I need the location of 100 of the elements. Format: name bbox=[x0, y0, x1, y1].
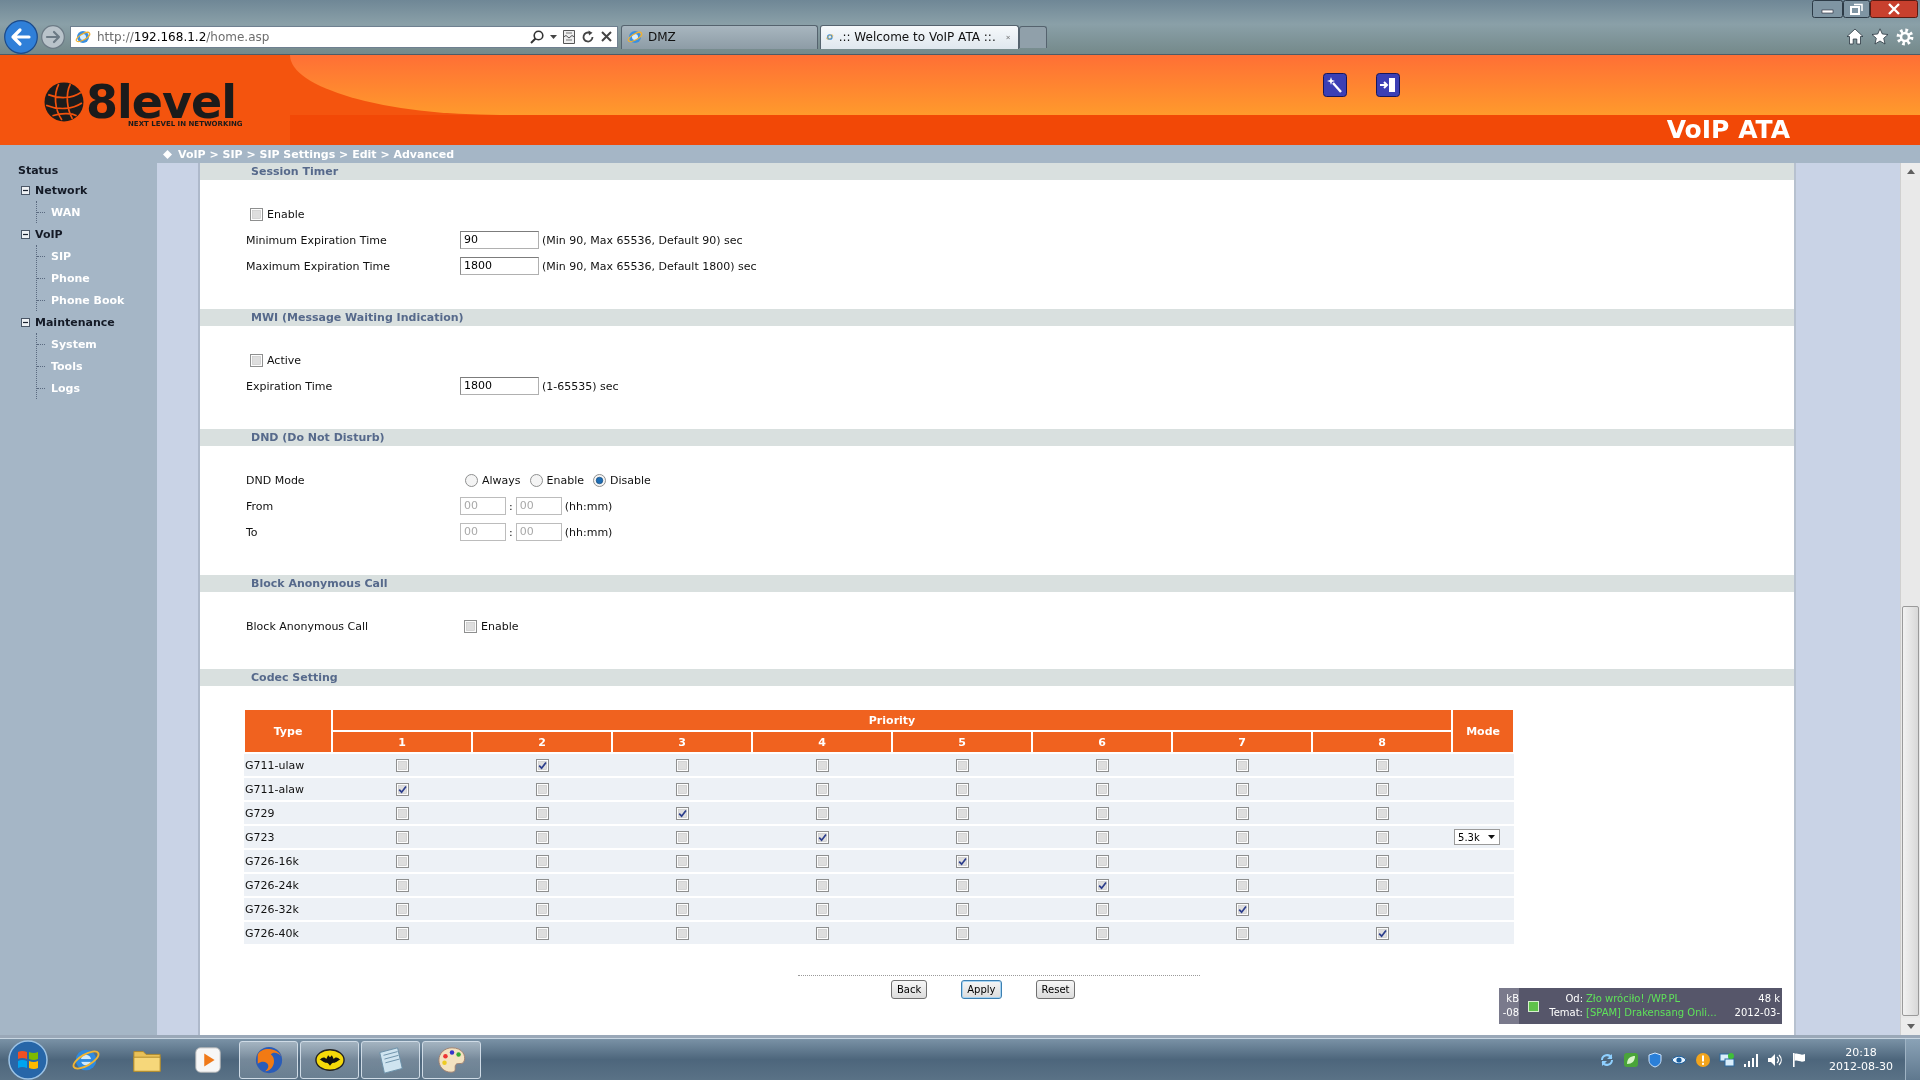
form-button[interactable]: Apply bbox=[961, 980, 1002, 999]
address-field[interactable]: http://192.168.1.2/home.asp bbox=[70, 25, 618, 48]
checkbox[interactable] bbox=[955, 806, 969, 820]
sidebar-item[interactable]: Network bbox=[35, 183, 88, 197]
browser-tab[interactable]: .:: Welcome to VoIP ATA ::. bbox=[820, 24, 1019, 49]
checkbox[interactable] bbox=[1235, 830, 1249, 844]
search-icon[interactable] bbox=[530, 29, 544, 44]
checkbox[interactable] bbox=[395, 758, 409, 772]
browser-tab[interactable]: DMZ bbox=[621, 24, 818, 49]
checkbox[interactable] bbox=[395, 926, 409, 940]
radio-label[interactable]: Always bbox=[482, 473, 521, 487]
sync-icon[interactable] bbox=[1599, 1051, 1616, 1068]
arrow-left-icon[interactable] bbox=[4, 19, 38, 54]
checkbox[interactable] bbox=[395, 902, 409, 916]
checkbox[interactable] bbox=[1375, 806, 1389, 820]
minus-box-icon[interactable] bbox=[21, 317, 30, 327]
checkbox[interactable] bbox=[955, 830, 969, 844]
checkbox[interactable] bbox=[675, 878, 689, 892]
close-icon[interactable] bbox=[601, 31, 612, 42]
checkbox[interactable] bbox=[1095, 758, 1109, 772]
signal-bars-icon[interactable] bbox=[1743, 1051, 1760, 1068]
checkbox[interactable] bbox=[815, 878, 829, 892]
checkbox[interactable] bbox=[1235, 926, 1249, 940]
sidebar-heading[interactable]: Status bbox=[18, 163, 157, 179]
checkbox[interactable] bbox=[1095, 926, 1109, 940]
input-field[interactable]: 1800 bbox=[460, 257, 539, 275]
refresh-icon[interactable] bbox=[581, 29, 595, 44]
checkbox[interactable] bbox=[675, 830, 689, 844]
checkbox[interactable] bbox=[1235, 806, 1249, 820]
checkbox[interactable] bbox=[250, 207, 263, 221]
checkbox[interactable] bbox=[1095, 854, 1109, 868]
radio-button[interactable] bbox=[465, 473, 478, 487]
minus-box-icon[interactable] bbox=[21, 229, 30, 239]
arrow-right-icon[interactable] bbox=[41, 24, 65, 49]
checkbox[interactable] bbox=[395, 806, 409, 820]
checkbox[interactable] bbox=[815, 926, 829, 940]
checkbox[interactable] bbox=[955, 878, 969, 892]
checkbox[interactable] bbox=[955, 926, 969, 940]
settings-icon[interactable] bbox=[1896, 27, 1914, 46]
network-icon[interactable] bbox=[1719, 1051, 1736, 1068]
checkbox[interactable] bbox=[1095, 782, 1109, 796]
restore-icon[interactable] bbox=[1843, 0, 1870, 18]
checkbox[interactable] bbox=[675, 782, 689, 796]
checkbox[interactable] bbox=[815, 758, 829, 772]
checkbox[interactable] bbox=[1235, 854, 1249, 868]
checkbox[interactable] bbox=[1095, 806, 1109, 820]
checkbox[interactable] bbox=[815, 854, 829, 868]
checkbox[interactable] bbox=[815, 806, 829, 820]
scrollbar[interactable] bbox=[1900, 163, 1920, 1035]
input-field[interactable]: 90 bbox=[460, 231, 539, 249]
checkbox[interactable] bbox=[535, 758, 549, 772]
checkbox[interactable] bbox=[1375, 782, 1389, 796]
checkbox[interactable] bbox=[1235, 878, 1249, 892]
start-orb-icon[interactable] bbox=[8, 1039, 48, 1080]
close-icon[interactable] bbox=[1870, 0, 1918, 18]
clock-time[interactable]: 20:18 bbox=[1845, 1045, 1877, 1060]
checkbox[interactable] bbox=[1375, 878, 1389, 892]
mode-select[interactable]: 5.3k bbox=[1454, 829, 1501, 845]
checkbox[interactable] bbox=[955, 758, 969, 772]
checkbox-label[interactable]: Enable bbox=[267, 207, 305, 221]
checkbox[interactable] bbox=[815, 782, 829, 796]
radio-label[interactable]: Disable bbox=[610, 473, 651, 487]
checkbox[interactable] bbox=[1235, 902, 1249, 916]
form-button[interactable]: Back bbox=[891, 980, 928, 999]
checkbox[interactable] bbox=[1375, 902, 1389, 916]
input-field[interactable]: 1800 bbox=[460, 377, 539, 395]
checkbox[interactable] bbox=[1095, 902, 1109, 916]
checkbox-label[interactable]: Enable bbox=[481, 619, 519, 633]
home-icon[interactable] bbox=[1846, 28, 1864, 45]
checkbox[interactable] bbox=[464, 619, 477, 633]
shield-icon[interactable] bbox=[1647, 1051, 1664, 1068]
sidebar-item[interactable]: Maintenance bbox=[35, 315, 115, 329]
checkbox[interactable] bbox=[815, 830, 829, 844]
checkbox[interactable] bbox=[1095, 830, 1109, 844]
checkbox[interactable] bbox=[535, 854, 549, 868]
checkbox[interactable] bbox=[815, 902, 829, 916]
checkbox[interactable] bbox=[395, 854, 409, 868]
checkbox[interactable] bbox=[395, 878, 409, 892]
checkbox[interactable] bbox=[675, 854, 689, 868]
minus-box-icon[interactable] bbox=[21, 185, 30, 195]
checkbox[interactable] bbox=[1235, 758, 1249, 772]
checkbox-label[interactable]: Active bbox=[267, 353, 302, 367]
star-icon[interactable] bbox=[1871, 28, 1889, 45]
flag-icon[interactable] bbox=[1791, 1051, 1808, 1068]
checkbox[interactable] bbox=[535, 926, 549, 940]
checkbox[interactable] bbox=[1375, 758, 1389, 772]
checkbox[interactable] bbox=[675, 902, 689, 916]
checkbox[interactable] bbox=[395, 782, 409, 796]
checkbox[interactable] bbox=[675, 806, 689, 820]
radio-button[interactable] bbox=[529, 473, 543, 487]
checkbox[interactable] bbox=[675, 758, 689, 772]
wand-icon[interactable] bbox=[1323, 73, 1347, 97]
checkbox[interactable] bbox=[535, 830, 549, 844]
checkbox[interactable] bbox=[1375, 926, 1389, 940]
clock-date[interactable]: 2012-08-30 bbox=[1829, 1059, 1893, 1074]
checkbox[interactable] bbox=[535, 902, 549, 916]
notification-popup[interactable]: kB -08 Od: Zło wróciło! /WP.PL 48 k Temat: [SPAM] Drakensang Onli... 2012-03- bbox=[1499, 988, 1782, 1024]
sidebar-item[interactable]: VoIP bbox=[35, 227, 63, 241]
leaf-icon[interactable] bbox=[1623, 1051, 1640, 1068]
new-tab-button[interactable] bbox=[1019, 25, 1047, 48]
